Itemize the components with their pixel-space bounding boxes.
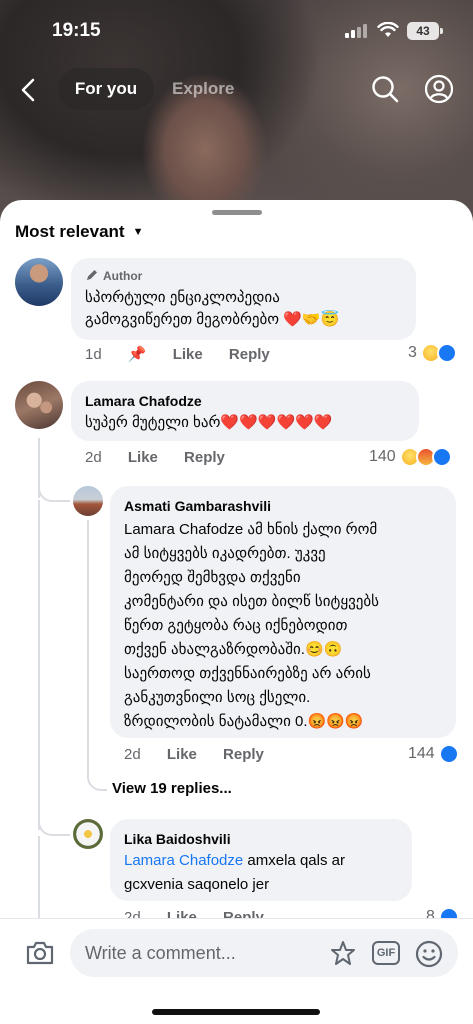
emoji-icon[interactable] xyxy=(414,939,444,969)
comment-body: Lamara Chafodze ამ ხნის ქალი რომ ამ სიტყ… xyxy=(124,518,450,734)
avatar[interactable] xyxy=(15,258,63,306)
comment-text: გამოგვიწერეთ მეგობრებო ❤️🤝😇 xyxy=(85,311,340,328)
comment-bubble[interactable]: Author სპორტული ენციკლოპედია გამოგვიწერე… xyxy=(71,258,416,340)
gif-button[interactable]: GIF xyxy=(372,941,400,965)
comment-time: 2d xyxy=(124,746,141,763)
sticker-icon[interactable] xyxy=(328,939,358,969)
tab-for-you[interactable]: For you xyxy=(58,68,154,110)
comment-text: ამ სიტყვებს იკადრებთ. უკვე xyxy=(124,545,326,562)
comment-text: სუპერ მუტელი ხარ❤️❤️❤️❤️❤️❤️ xyxy=(85,414,333,431)
comment-text: თქვენ ახალგაზრდობაში.😊🙃 xyxy=(124,641,343,658)
sort-dropdown[interactable]: Most relevant ▼ xyxy=(15,222,143,242)
reply-button[interactable]: Reply xyxy=(223,746,264,763)
thread-connector xyxy=(38,808,70,836)
comment-text: წერთ გეტყობა რაც იქნებოდით xyxy=(124,617,348,634)
comment-text: gcxvenia saqonelo jer xyxy=(124,876,270,893)
reaction-summary[interactable]: 144 xyxy=(408,744,459,764)
reaction-count: 144 xyxy=(408,745,435,762)
avatar[interactable] xyxy=(15,381,63,429)
reaction-summary[interactable]: 3 xyxy=(408,343,457,363)
comment-text: Lamara Chafodze ამ ხნის ქალი რომ xyxy=(124,521,378,538)
comment-text: მეორედ შემხვდა თქვენი xyxy=(124,569,301,586)
camera-icon[interactable] xyxy=(24,937,56,969)
comment-text-rest: amxela qals ar xyxy=(243,852,345,869)
comment-text: ზრდილობის ნატამალი 0.😡😡😡 xyxy=(124,713,364,730)
avatar[interactable] xyxy=(73,486,103,516)
drag-handle[interactable] xyxy=(212,210,262,215)
like-button[interactable]: Like xyxy=(167,746,197,763)
home-indicator xyxy=(152,1009,320,1015)
comment-actions: 2d Like Reply xyxy=(85,449,247,466)
comment-input[interactable] xyxy=(85,929,315,977)
commenter-name[interactable]: Lamara Chafodze xyxy=(85,393,202,409)
comment-composer: GIF xyxy=(0,918,473,1024)
author-badge: Author xyxy=(85,268,142,283)
comment-box: GIF xyxy=(70,929,458,977)
thread-line xyxy=(38,836,40,926)
reaction-count: 3 xyxy=(408,344,417,361)
comment-actions: 2d Like Reply xyxy=(124,746,286,763)
chevron-down-icon: ▼ xyxy=(132,226,144,238)
mention-link[interactable]: Lamara Chafodze xyxy=(124,852,243,869)
comment-text: კომენტარი და ისეთ ბილწ სიტყვებს xyxy=(124,593,379,610)
signal-icon xyxy=(345,24,367,38)
comment-actions: 1d 📌 Like Reply xyxy=(85,345,292,363)
thread-line xyxy=(87,520,89,770)
like-reaction-icon xyxy=(436,343,457,363)
comment-text: Lamara Chafodze amxela qals ar xyxy=(124,849,345,873)
comment-time: 2d xyxy=(85,449,102,466)
thread-line xyxy=(38,500,40,830)
comment-text: სპორტული ენციკლოპედია xyxy=(85,289,280,306)
reaction-summary[interactable]: 140 xyxy=(369,447,452,467)
status-time: 19:15 xyxy=(52,20,101,41)
comment-bubble[interactable]: Lamara Chafodze სუპერ მუტელი ხარ❤️❤️❤️❤️… xyxy=(71,381,419,441)
wifi-icon xyxy=(377,22,399,37)
sort-label: Most relevant xyxy=(15,222,125,241)
back-arrow-icon[interactable] xyxy=(16,76,44,104)
comment-time: 1d xyxy=(85,346,102,363)
pin-icon: 📌 xyxy=(127,346,147,363)
profile-icon[interactable] xyxy=(424,74,454,104)
thread-connector xyxy=(38,480,70,502)
comment-text: საერთოდ თქვენნაირებზე არ არის xyxy=(124,665,371,682)
reaction-count: 140 xyxy=(369,448,396,465)
reply-button[interactable]: Reply xyxy=(184,449,225,466)
commenter-name[interactable]: Asmati Gambarashvili xyxy=(124,498,271,514)
pencil-icon xyxy=(87,270,97,280)
comment-bubble[interactable]: Lika Baidoshvili Lamara Chafodze amxela … xyxy=(110,819,412,901)
comment-bubble[interactable]: Asmati Gambarashvili Lamara Chafodze ამ … xyxy=(110,486,456,738)
commenter-name[interactable]: Lika Baidoshvili xyxy=(124,831,231,847)
reply-button[interactable]: Reply xyxy=(229,346,270,363)
thread-connector xyxy=(87,755,107,791)
like-reaction-icon xyxy=(431,447,452,467)
comments-sheet: Most relevant ▼ Author სპორტული ენციკლოპე… xyxy=(0,200,473,1024)
battery-indicator: 43 xyxy=(407,22,443,40)
like-button[interactable]: Like xyxy=(173,346,203,363)
like-reaction-icon xyxy=(438,744,459,764)
status-bar: 19:15 43 xyxy=(0,0,473,60)
avatar[interactable] xyxy=(73,819,103,849)
top-navigation: For you Explore xyxy=(0,64,473,114)
like-button[interactable]: Like xyxy=(128,449,158,466)
search-icon[interactable] xyxy=(370,74,400,104)
tab-explore[interactable]: Explore xyxy=(172,68,234,110)
view-replies-link[interactable]: View 19 replies... xyxy=(112,780,232,797)
comment-text: განკუთვნილი სოც ქსელი. xyxy=(124,689,311,706)
